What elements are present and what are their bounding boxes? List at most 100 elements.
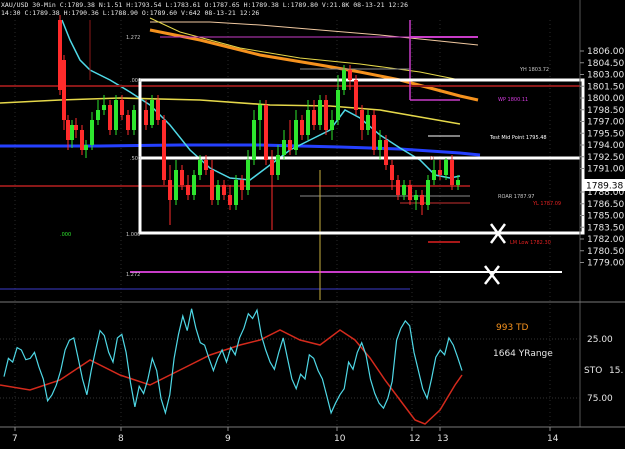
red-small-label: D bbox=[430, 156, 434, 162]
candle-body bbox=[282, 140, 286, 155]
date-tick-label: 10 bbox=[334, 434, 346, 444]
lm-low-label: LM Low 1782.30 bbox=[510, 240, 551, 246]
candle-body bbox=[80, 130, 84, 150]
sto-main-line bbox=[3, 308, 463, 416]
price-tick-label: 1795.50 bbox=[587, 129, 624, 139]
yl-label: YL 1787.09 bbox=[532, 201, 561, 207]
candle-body bbox=[354, 80, 358, 110]
candle-body bbox=[84, 145, 88, 150]
ma-orange-line bbox=[149, 28, 479, 102]
candle-body bbox=[408, 185, 412, 200]
candle-body bbox=[252, 120, 256, 160]
current-price-label: 1789.38 bbox=[586, 182, 623, 192]
price-tick-label: 1806.00 bbox=[587, 47, 624, 57]
candle-body bbox=[378, 140, 382, 150]
candle-body bbox=[132, 110, 136, 130]
price-tick-label: 1803.00 bbox=[587, 71, 624, 81]
candle-body bbox=[96, 110, 100, 120]
candle-body bbox=[438, 170, 442, 175]
candle-body bbox=[186, 185, 190, 195]
candle-body bbox=[372, 115, 376, 150]
price-tick-label: 1785.00 bbox=[587, 212, 624, 222]
candle-body bbox=[222, 185, 226, 195]
date-axis: 7 8 9 10 12 13 14 bbox=[12, 427, 559, 444]
candle-body bbox=[174, 170, 178, 200]
candle-body bbox=[336, 90, 340, 120]
fib-1272-bottom-label: 1.272 bbox=[126, 272, 140, 278]
date-tick-label: 12 bbox=[409, 434, 420, 444]
osc-level-high-label: 25.00 bbox=[587, 335, 613, 345]
date-tick-label: 14 bbox=[547, 434, 559, 444]
fib-1000-label: 1.000 bbox=[126, 232, 140, 238]
fib-1272-top-label: 1.272 bbox=[126, 35, 140, 41]
candle-body bbox=[264, 105, 268, 160]
candle-body bbox=[126, 115, 130, 130]
candle-body bbox=[294, 120, 298, 150]
candle-body bbox=[366, 115, 370, 130]
sto-value: 15. bbox=[609, 366, 623, 376]
candle-body bbox=[300, 120, 304, 135]
candle-body bbox=[330, 120, 334, 130]
price-tick-label: 1791.00 bbox=[587, 165, 624, 175]
price-tick-label: 1786.50 bbox=[587, 200, 624, 210]
candle-body bbox=[108, 105, 112, 130]
candle-body bbox=[396, 180, 400, 195]
date-tick-label: 7 bbox=[12, 434, 18, 444]
candle-body bbox=[180, 170, 184, 185]
candle-body bbox=[62, 60, 66, 120]
date-tick-label: 8 bbox=[118, 434, 124, 444]
ma-peach-line bbox=[150, 21, 479, 46]
candle-body bbox=[390, 165, 394, 180]
price-tick-label: 1783.50 bbox=[587, 223, 624, 233]
candlestick-series bbox=[58, 15, 460, 230]
candle-body bbox=[168, 180, 172, 200]
fib-left-000-label: .000 bbox=[60, 232, 71, 238]
price-chart[interactable]: 1.272 .000 .500 1.000 1.272 .000 YH 1803… bbox=[0, 0, 625, 449]
sto-label: STO bbox=[584, 366, 602, 376]
candle-body bbox=[234, 180, 238, 205]
x-mark-lower[interactable] bbox=[484, 265, 500, 285]
candle-body bbox=[402, 185, 406, 195]
candle-body bbox=[258, 105, 262, 120]
candle-body bbox=[240, 180, 244, 190]
yh-label: YH 1803.72 bbox=[519, 67, 549, 73]
candle-body bbox=[150, 100, 154, 125]
price-tick-label: 1792.50 bbox=[587, 153, 624, 163]
candle-body bbox=[198, 160, 202, 175]
price-tick-label: 1782.00 bbox=[587, 235, 624, 245]
candle-body bbox=[90, 120, 94, 145]
candle-body bbox=[312, 110, 316, 125]
candle-body bbox=[432, 170, 436, 180]
price-tick-label: 1780.50 bbox=[587, 247, 624, 257]
candle-body bbox=[102, 105, 106, 110]
price-tick-label: 1801.50 bbox=[587, 82, 624, 92]
price-tick-label: 1804.50 bbox=[587, 59, 624, 69]
candle-body bbox=[450, 160, 454, 185]
osc-level-low-label: 75.00 bbox=[587, 394, 613, 404]
candle-body bbox=[414, 195, 418, 200]
candle-body bbox=[70, 125, 74, 140]
price-tick-label: 1798.50 bbox=[587, 106, 624, 116]
candle-body bbox=[246, 160, 250, 190]
candle-body bbox=[192, 175, 196, 195]
mid-point-label: Test Mid Point 1795.48 bbox=[489, 135, 547, 141]
date-tick-label: 9 bbox=[225, 434, 231, 444]
candle-body bbox=[360, 110, 364, 130]
candle-body bbox=[384, 140, 388, 165]
candle-body bbox=[74, 125, 78, 130]
candle-body bbox=[456, 180, 460, 185]
date-tick-label: 13 bbox=[437, 434, 448, 444]
candle-body bbox=[276, 155, 280, 175]
price-tick-label: 1794.00 bbox=[587, 141, 624, 151]
price-tick-label: 1779.00 bbox=[587, 259, 624, 269]
price-axis: 1806.00 1804.50 1803.001801.50 1800.00 1798.… bbox=[580, 47, 624, 269]
td-label: 993 TD bbox=[496, 323, 529, 333]
candle-body bbox=[426, 180, 430, 205]
candle-body bbox=[228, 195, 232, 205]
price-tick-label: 1797.00 bbox=[587, 118, 624, 128]
candle-body bbox=[444, 160, 448, 175]
wp-label: WP 1800.11 bbox=[498, 97, 528, 103]
candle-body bbox=[144, 110, 148, 125]
candle-body bbox=[120, 100, 124, 115]
yrange-label: 1664 YRange bbox=[493, 349, 553, 359]
